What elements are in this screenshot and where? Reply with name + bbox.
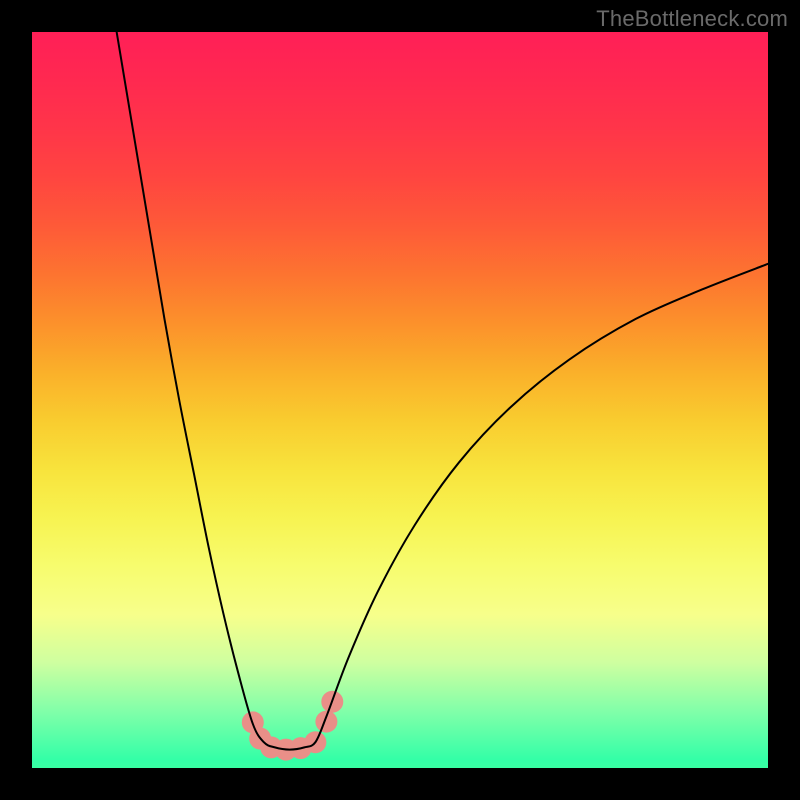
plot-area xyxy=(32,32,768,768)
chart-frame: TheBottleneck.com xyxy=(0,0,800,800)
curve-overlay xyxy=(32,32,768,768)
bottleneck-curve xyxy=(117,32,768,750)
watermark-label: TheBottleneck.com xyxy=(596,6,788,32)
curve-layer xyxy=(117,32,768,750)
